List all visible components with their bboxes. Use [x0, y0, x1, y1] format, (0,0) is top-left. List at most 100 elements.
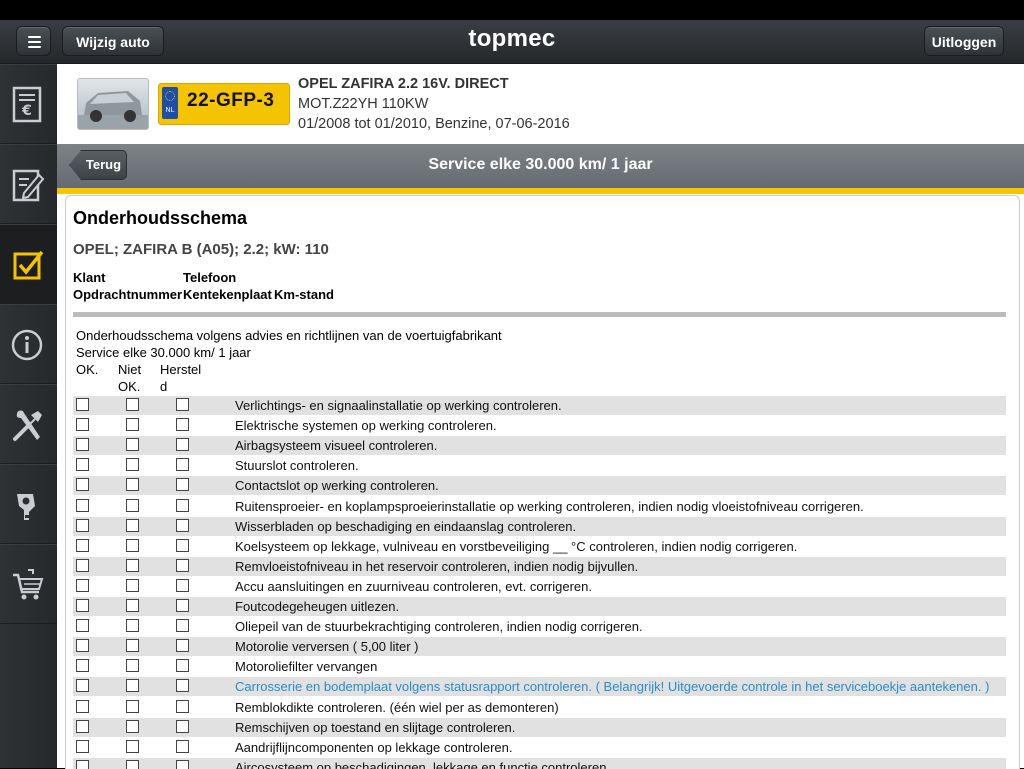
sidebar-item-tools[interactable]: [0, 384, 57, 464]
checkbox-hersteld[interactable]: [176, 418, 189, 432]
checkbox-hersteld[interactable]: [176, 538, 189, 552]
car-image: [78, 91, 148, 129]
checklist-icon: [13, 250, 44, 280]
checklist-item-text: Ruitensproeier- en koplampsproeierinstal…: [235, 498, 864, 514]
checkbox-ok[interactable]: [76, 599, 89, 612]
sidebar-item-invoice[interactable]: €: [0, 64, 57, 144]
eu-country-badge: NL: [162, 87, 178, 119]
checkbox-ok[interactable]: [76, 438, 89, 452]
checkbox-ok[interactable]: [76, 739, 89, 753]
section-divider: [73, 312, 1006, 317]
checkbox-hersteld[interactable]: [176, 659, 189, 673]
checkbox-niet-ok[interactable]: [126, 619, 139, 633]
checkbox-hersteld[interactable]: [176, 558, 189, 572]
checkbox-hersteld[interactable]: [176, 498, 189, 512]
app-logo: topmec: [468, 25, 556, 52]
checklist-item-text: Elektrische systemen op werking controle…: [235, 418, 497, 434]
checkbox-hersteld[interactable]: [176, 599, 189, 612]
checkbox-niet-ok[interactable]: [126, 719, 139, 733]
car-details: 01/2008 tot 01/2010, Benzine, 07-06-2016: [298, 116, 570, 132]
svg-text:€: €: [21, 103, 32, 119]
checkbox-ok[interactable]: [76, 679, 89, 693]
checklist-item-text: Stuurslot controleren.: [235, 458, 359, 474]
checkbox-niet-ok[interactable]: [126, 739, 139, 753]
checkbox-hersteld[interactable]: [176, 639, 189, 653]
checkbox-niet-ok[interactable]: [126, 398, 139, 411]
checkbox-hersteld[interactable]: [176, 619, 189, 633]
checkbox-hersteld[interactable]: [176, 438, 189, 452]
sidebar-item-cart[interactable]: [0, 544, 57, 624]
checklist-row: Verlichtings- en signaalinstallatie op w…: [73, 396, 1006, 415]
sidebar-item-checklist[interactable]: [0, 224, 57, 304]
checklist-row: Elektrische systemen op werking controle…: [73, 416, 1006, 435]
checkbox-niet-ok[interactable]: [126, 679, 139, 693]
checklist-item-text: Foutcodegeheugen uitlezen.: [235, 599, 400, 614]
checkbox-niet-ok[interactable]: [126, 438, 139, 452]
checkbox-niet-ok[interactable]: [126, 639, 139, 653]
checklist-item-text: Remvloeistofniveau in het reservoir cont…: [235, 558, 639, 574]
sidebar-item-info[interactable]: [0, 304, 57, 384]
checkbox-ok[interactable]: [76, 518, 89, 532]
checkbox-hersteld[interactable]: [176, 458, 189, 472]
checklist-row: Aircosysteem op beschadigingen, lekkage …: [73, 757, 1006, 769]
car-name: OPEL ZAFIRA 2.2 16V. DIRECT: [298, 76, 509, 92]
checkbox-hersteld[interactable]: [176, 398, 189, 411]
edit-document-icon: [12, 169, 45, 202]
sidebar-item-tire[interactable]: [0, 464, 57, 544]
checkbox-ok[interactable]: [76, 558, 89, 572]
checkbox-niet-ok[interactable]: [126, 478, 139, 492]
checkbox-hersteld[interactable]: [176, 739, 189, 753]
checkbox-hersteld[interactable]: [176, 699, 189, 713]
checkbox-niet-ok[interactable]: [126, 558, 139, 572]
checkbox-ok[interactable]: [76, 418, 89, 432]
checklist-row: Motorolie verversen ( 5,00 liter ): [73, 637, 1006, 657]
checkbox-niet-ok[interactable]: [126, 699, 139, 713]
checkbox-hersteld[interactable]: [176, 518, 189, 532]
info-icon: [11, 329, 43, 361]
checklist-item-text: Accu aansluitingen en zuurniveau control…: [235, 578, 592, 594]
status-bar: [0, 0, 1024, 20]
sidebar-item-edit[interactable]: [0, 144, 57, 224]
checkbox-niet-ok[interactable]: [126, 498, 139, 512]
checkbox-hersteld[interactable]: [176, 478, 189, 492]
checkbox-hersteld[interactable]: [176, 719, 189, 733]
checkbox-hersteld[interactable]: [176, 679, 189, 693]
checkbox-niet-ok[interactable]: [126, 578, 139, 592]
checkbox-ok[interactable]: [76, 478, 89, 492]
plate-number: 22-GFP-3: [187, 90, 275, 111]
checklist-row: Remschijven op toestand en slijtage cont…: [73, 717, 1006, 737]
checkbox-ok[interactable]: [76, 498, 89, 512]
checkbox-niet-ok[interactable]: [126, 538, 139, 552]
plate-country: NL: [165, 107, 175, 114]
tire-icon: [17, 494, 35, 520]
checkbox-ok[interactable]: [76, 639, 89, 653]
checkbox-ok[interactable]: [76, 398, 89, 411]
checklist-item-text: Koelsysteem op lekkage, vulniveau en vor…: [235, 538, 798, 554]
checklist-item-text: Motorolie verversen ( 5,00 liter ): [235, 639, 419, 655]
checkbox-ok[interactable]: [76, 619, 89, 633]
checkbox-ok[interactable]: [76, 659, 89, 673]
checkbox-niet-ok[interactable]: [126, 458, 139, 472]
checkbox-hersteld[interactable]: [176, 578, 189, 592]
checklist-row: Foutcodegeheugen uitlezen.: [73, 597, 1006, 616]
checklist-row: Ruitensproeier- en koplampsproeierinstal…: [73, 497, 1006, 516]
checkbox-ok[interactable]: [76, 719, 89, 733]
logout-button[interactable]: Uitloggen: [924, 26, 1004, 56]
checkbox-niet-ok[interactable]: [126, 599, 139, 612]
checkbox-ok[interactable]: [76, 538, 89, 552]
checkbox-ok[interactable]: [76, 458, 89, 472]
checkbox-niet-ok[interactable]: [126, 518, 139, 532]
checklist-row: Wisserbladen op beschadiging en eindaans…: [73, 516, 1006, 536]
checkbox-niet-ok[interactable]: [126, 418, 139, 432]
column-header-niet-ok: Niet OK.: [118, 362, 142, 394]
checklist-item-text[interactable]: Carrosserie en bodemplaat volgens status…: [235, 679, 989, 694]
checklist-item-text: Motoroliefilter vervangen: [235, 659, 378, 675]
tools-icon: [13, 410, 42, 441]
checkbox-ok[interactable]: [76, 578, 89, 592]
checklist-row: Carrosserie en bodemplaat volgens status…: [73, 677, 1006, 697]
checkbox-ok[interactable]: [76, 699, 89, 713]
checklist-item-text: Verlichtings- en signaalinstallatie op w…: [235, 398, 562, 413]
checklist-item-text: Aandrijflijncomponenten op lekkage contr…: [235, 739, 513, 755]
checkbox-niet-ok[interactable]: [126, 659, 139, 673]
column-header-ok: OK.: [76, 362, 99, 377]
